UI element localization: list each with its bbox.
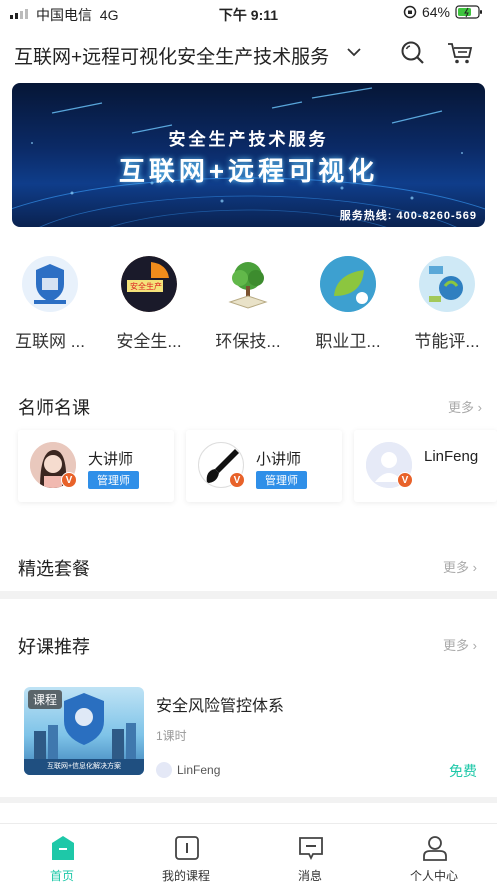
tab-label: 个人中心 (409, 869, 458, 883)
verified-badge: V (229, 472, 245, 488)
teacher-card[interactable]: V 小讲师 管理师 (186, 430, 342, 502)
message-icon (299, 837, 323, 861)
category-label: 安全生... (116, 332, 182, 351)
shield-logo-icon (22, 256, 78, 312)
banner-line-1: 安全生产技术服务 (168, 130, 329, 149)
course-icon (175, 836, 199, 860)
tree-book-icon (220, 256, 276, 312)
tab-my-courses[interactable]: 我的课程 (124, 824, 248, 884)
battery-indicator: 64% (403, 4, 483, 20)
teachers-section-title: 名师名课 (18, 398, 90, 418)
energy-saving-icon (419, 256, 475, 312)
tab-profile[interactable]: 个人中心 (372, 824, 496, 884)
category-item[interactable]: 职业卫... (298, 256, 398, 352)
battery-icon (455, 5, 482, 19)
course-lessons: 1课时 (156, 729, 187, 743)
site-title[interactable]: 互联网+远程可视化安全生产技术服务 (14, 42, 329, 69)
category-item[interactable]: 安全生产 安全生... (99, 256, 199, 352)
safety-worker-icon: 安全生产 (121, 256, 177, 312)
category-item[interactable]: 节能评... (397, 256, 497, 352)
course-type-tag: 课程 (28, 690, 63, 709)
teacher-role-tag: 管理师 (88, 471, 139, 489)
course-price: 免费 (449, 763, 477, 779)
home-icon (52, 836, 74, 860)
category-row: 互联网 ... 安全生产 安全生... 环保技... 职业卫... 节能评... (0, 256, 497, 356)
packages-section-title: 精选套餐 (18, 559, 90, 579)
course-thumbnail[interactable]: 课程 互联网+信息化解决方案 (24, 687, 144, 775)
course-author: LinFeng (177, 763, 221, 777)
banner-line-2: 互联网+远程可视化 (118, 156, 379, 186)
bottom-tab-bar: 首页 我的课程 消息 个人中心 (0, 823, 497, 883)
category-label: 职业卫... (315, 332, 381, 351)
teacher-role-tag: 管理师 (256, 471, 307, 489)
category-label: 互联网 ... (15, 332, 85, 351)
teacher-name: LinFeng (424, 448, 479, 465)
tab-label: 消息 (297, 869, 322, 883)
search-icon[interactable] (400, 40, 426, 66)
app-header: 互联网+远程可视化安全生产技术服务 (0, 26, 497, 80)
category-item[interactable]: 环保技... (198, 256, 298, 352)
recommend-section-title: 好课推荐 (18, 637, 90, 657)
category-label: 环保技... (215, 332, 281, 351)
packages-more-link[interactable]: 更多 › (443, 557, 477, 576)
status-bar: 中国电信 4G 下午 9:11 64% (0, 0, 497, 26)
teacher-name: 小讲师 (256, 451, 302, 468)
rotation-lock-icon (403, 5, 417, 19)
section-divider (0, 591, 497, 599)
promo-banner[interactable]: 安全生产技术服务 互联网+远程可视化 服务热线: 400-8260-569 (12, 83, 485, 227)
verified-badge: V (397, 472, 413, 488)
author-avatar (156, 762, 172, 778)
leaf-health-icon (320, 256, 376, 312)
tab-label: 首页 (49, 869, 74, 883)
course-image-caption: 互联网+信息化解决方案 (46, 763, 122, 770)
cart-icon[interactable] (446, 40, 474, 66)
teacher-card[interactable]: V LinFeng (354, 430, 497, 502)
profile-icon (423, 836, 447, 861)
tab-label: 我的课程 (161, 869, 210, 883)
svg-text:安全生产: 安全生产 (130, 281, 162, 291)
battery-percent: 64% (421, 4, 450, 20)
tab-home[interactable]: 首页 (0, 824, 124, 884)
teachers-more-link[interactable]: 更多 › (448, 397, 482, 416)
recommend-more-link[interactable]: 更多 › (443, 635, 477, 654)
section-divider (0, 797, 497, 803)
chevron-down-icon[interactable] (346, 44, 362, 60)
tab-messages[interactable]: 消息 (248, 824, 372, 884)
course-title[interactable]: 安全风险管控体系 (156, 692, 284, 716)
category-label: 节能评... (414, 332, 480, 351)
teacher-name: 大讲师 (88, 451, 134, 468)
banner-hotline: 服务热线: 400-8260-569 (339, 210, 477, 222)
category-item[interactable]: 互联网 ... (0, 256, 100, 352)
verified-badge: V (61, 472, 77, 488)
teacher-card[interactable]: V 大讲师 管理师 (18, 430, 174, 502)
